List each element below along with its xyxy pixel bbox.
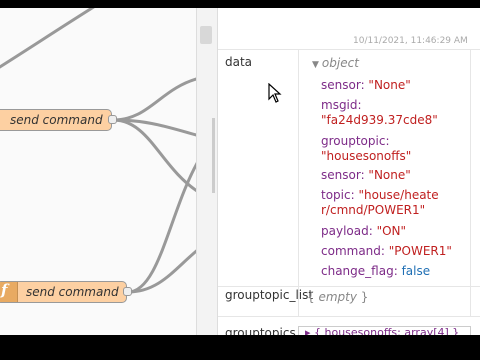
node-label: send command bbox=[10, 113, 103, 127]
scrollbar-thumb[interactable] bbox=[200, 26, 212, 44]
tree-row-grouptopic: grouptopic: "housesonoffs" bbox=[321, 134, 412, 163]
tree-row-topic: topic: "house/heater/cmnd/POWER1" bbox=[321, 188, 439, 217]
divider bbox=[218, 316, 480, 317]
data-key: data bbox=[225, 55, 253, 69]
flow-canvas[interactable]: send command f send command bbox=[0, 8, 196, 335]
tree-row-command: command: "POWER1" bbox=[321, 244, 452, 258]
grouptopics-preview: ▸ { housesonoffs: array[4] } bbox=[305, 326, 460, 335]
output-port[interactable] bbox=[123, 287, 132, 296]
node-label: send command bbox=[26, 285, 119, 299]
send-command-node-1[interactable]: send command bbox=[0, 109, 117, 131]
node-red-editor: send command f send command 10/11/2021, … bbox=[0, 8, 480, 335]
tree-row-msgid: msgid: "fa24d939.37cde8" bbox=[321, 98, 438, 127]
object-tree: ▼ object sensor: "None" msgid: "fa24d939.3… bbox=[298, 49, 471, 287]
wire bbox=[112, 77, 196, 122]
caret-down-icon: ▼ bbox=[312, 60, 319, 70]
grouptopics-key: grouptopics bbox=[225, 326, 296, 335]
wire bbox=[127, 249, 196, 294]
wire bbox=[0, 8, 95, 69]
splitter-handle[interactable] bbox=[212, 118, 215, 193]
tree-row-payload: payload: "ON" bbox=[321, 224, 407, 238]
tree-row-sensor-2: sensor: "None" bbox=[321, 168, 411, 182]
send-command-node-2[interactable]: f send command bbox=[0, 281, 132, 303]
debug-sidebar: 10/11/2021, 11:46:29 AM data ▼ object sen… bbox=[217, 8, 480, 335]
wire bbox=[127, 162, 196, 294]
object-toggle[interactable]: ▼ object bbox=[312, 56, 359, 73]
object-label: object bbox=[321, 56, 359, 70]
tree-row-sensor: sensor: "None" bbox=[321, 78, 411, 92]
tree-row-change-flag: change_flag: false bbox=[321, 264, 431, 278]
grouptopics-value[interactable]: ▸ { housesonoffs: array[4] } bbox=[298, 326, 471, 335]
empty-label: empty bbox=[318, 290, 357, 304]
grouptopic-list-value: { empty } bbox=[298, 286, 471, 316]
message-timestamp: 10/11/2021, 11:46:29 AM bbox=[353, 36, 468, 46]
output-port[interactable] bbox=[108, 115, 117, 124]
mouse-pointer-icon bbox=[268, 83, 282, 103]
canvas-scrollbar[interactable] bbox=[196, 8, 217, 335]
function-icon: f bbox=[0, 281, 18, 302]
